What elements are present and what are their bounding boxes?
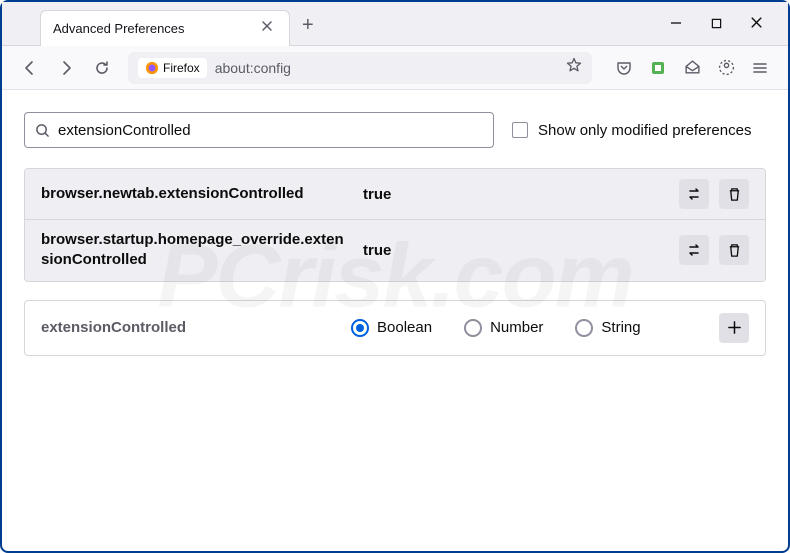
url-bar[interactable]: Firefox about:config bbox=[128, 52, 592, 84]
identity-badge[interactable]: Firefox bbox=[138, 58, 207, 78]
maximize-button[interactable] bbox=[704, 16, 728, 32]
preference-search-input[interactable] bbox=[58, 122, 483, 139]
new-preference-name: extensionControlled bbox=[41, 319, 351, 336]
new-preference-row: extensionControlled Boolean Number Strin… bbox=[24, 300, 766, 356]
radio-icon bbox=[464, 319, 482, 337]
radio-icon bbox=[575, 319, 593, 337]
toggle-button[interactable] bbox=[679, 235, 709, 265]
back-button[interactable] bbox=[14, 52, 46, 84]
minimize-button[interactable] bbox=[664, 16, 688, 32]
close-tab-icon[interactable] bbox=[257, 15, 277, 41]
extension-icon[interactable] bbox=[642, 52, 674, 84]
pocket-icon[interactable] bbox=[608, 52, 640, 84]
forward-button[interactable] bbox=[50, 52, 82, 84]
preference-value: true bbox=[363, 186, 667, 203]
radio-number[interactable]: Number bbox=[464, 319, 543, 337]
toggle-button[interactable] bbox=[679, 179, 709, 209]
preference-search-box[interactable] bbox=[24, 112, 494, 148]
preferences-table: browser.newtab.extensionControlled true … bbox=[24, 168, 766, 282]
titlebar: Advanced Preferences + bbox=[2, 2, 788, 46]
bookmark-star-icon[interactable] bbox=[566, 57, 582, 78]
radio-boolean[interactable]: Boolean bbox=[351, 319, 432, 337]
mail-icon[interactable] bbox=[676, 52, 708, 84]
delete-button[interactable] bbox=[719, 179, 749, 209]
radio-label: Number bbox=[490, 319, 543, 336]
preference-row: browser.newtab.extensionControlled true bbox=[25, 169, 765, 219]
preference-name: browser.startup.homepage_override.extens… bbox=[41, 230, 351, 271]
url-text: about:config bbox=[215, 60, 558, 76]
navigation-toolbar: Firefox about:config bbox=[2, 46, 788, 90]
radio-icon bbox=[351, 319, 369, 337]
type-radio-group: Boolean Number String bbox=[351, 319, 719, 337]
tab-title: Advanced Preferences bbox=[53, 21, 257, 36]
reload-button[interactable] bbox=[86, 52, 118, 84]
preference-row: browser.startup.homepage_override.extens… bbox=[25, 219, 765, 281]
preference-value: true bbox=[363, 242, 667, 259]
checkbox-label-text: Show only modified preferences bbox=[538, 122, 751, 139]
radio-label: Boolean bbox=[377, 319, 432, 336]
browser-tab[interactable]: Advanced Preferences bbox=[40, 10, 290, 46]
radio-string[interactable]: String bbox=[575, 319, 640, 337]
firefox-icon bbox=[145, 61, 159, 75]
close-window-button[interactable] bbox=[744, 16, 768, 32]
identity-label: Firefox bbox=[163, 61, 200, 75]
preference-name: browser.newtab.extensionControlled bbox=[41, 184, 351, 204]
new-tab-button[interactable]: + bbox=[290, 6, 326, 45]
checkbox-icon bbox=[512, 122, 528, 138]
page-content: Show only modified preferences browser.n… bbox=[2, 90, 788, 356]
delete-button[interactable] bbox=[719, 235, 749, 265]
menu-icon[interactable] bbox=[744, 52, 776, 84]
search-icon bbox=[35, 123, 50, 138]
radio-label: String bbox=[601, 319, 640, 336]
add-button[interactable] bbox=[719, 313, 749, 343]
account-icon[interactable] bbox=[710, 52, 742, 84]
show-modified-checkbox[interactable]: Show only modified preferences bbox=[512, 122, 751, 139]
